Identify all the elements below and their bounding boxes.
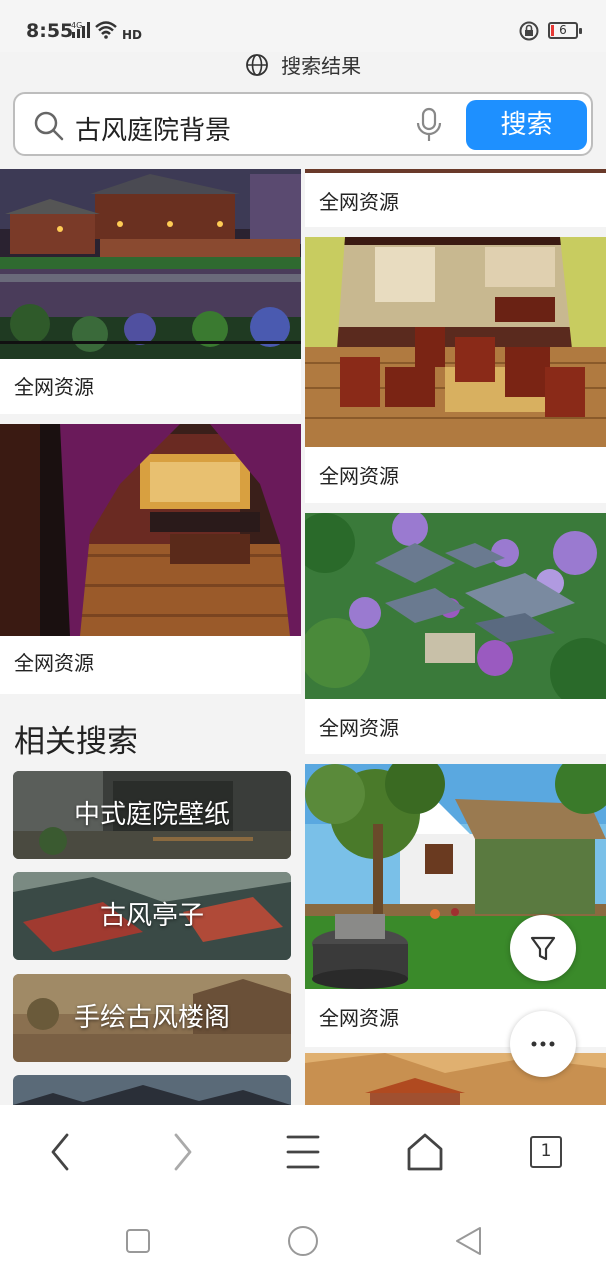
status-bar: 8:55 4G HD 6	[0, 0, 606, 52]
result-image-tea-room[interactable]	[305, 237, 606, 447]
result-image-aerial-garden[interactable]	[305, 513, 606, 699]
result-caption: 全网资源	[319, 716, 399, 740]
search-icon	[34, 111, 64, 141]
tabs-button[interactable]: 1	[530, 1136, 562, 1168]
forward-icon[interactable]	[166, 1129, 198, 1175]
result-card[interactable]: 全网资源	[0, 169, 301, 414]
filter-button[interactable]	[510, 915, 576, 981]
results-feed[interactable]: 全网资源 全网资源 相关搜索 中式庭院壁纸 古风亭子 手绘古风楼阁 全网资源 全…	[0, 169, 606, 1105]
globe-icon	[245, 53, 268, 76]
system-nav-bar	[0, 1200, 606, 1280]
result-card[interactable]: 全网资源	[305, 237, 606, 503]
related-search-item[interactable]: 中式庭院壁纸	[13, 771, 291, 859]
related-search-item[interactable]: 古风亭子	[13, 872, 291, 960]
hd-label: HD	[122, 28, 142, 42]
back-icon[interactable]	[45, 1129, 77, 1175]
page-title-text: 搜索结果	[281, 54, 362, 78]
result-card[interactable]: 全网资源	[305, 764, 606, 1047]
microphone-icon[interactable]	[415, 107, 443, 143]
related-search-title: 相关搜索	[14, 724, 138, 760]
result-card[interactable]: 全网资源	[0, 424, 301, 694]
system-home-icon[interactable]	[286, 1224, 320, 1258]
search-button[interactable]: 搜索	[466, 100, 587, 150]
result-caption: 全网资源	[319, 1006, 399, 1030]
network-label: 4G	[71, 21, 82, 30]
lock-rotation-icon	[519, 21, 539, 41]
page-title: 搜索结果	[0, 50, 606, 80]
related-search-item[interactable]	[13, 1075, 291, 1105]
result-image-partial	[305, 169, 606, 173]
result-image-interior-curtains[interactable]	[0, 424, 301, 636]
battery-indicator: 6	[548, 22, 582, 39]
more-icon	[531, 1041, 555, 1047]
related-search-label: 手绘古风楼阁	[73, 1003, 230, 1033]
result-caption: 全网资源	[319, 464, 399, 488]
battery-level	[551, 25, 554, 36]
search-input[interactable]: 古风庭院背景	[75, 110, 231, 147]
related-search-label: 中式庭院壁纸	[73, 800, 230, 830]
browser-nav-bar: 1	[0, 1105, 606, 1200]
home-icon[interactable]	[405, 1129, 445, 1175]
status-icons: 4G HD	[68, 18, 148, 46]
related-thumbnail	[13, 1075, 291, 1105]
system-back-icon[interactable]	[452, 1224, 486, 1258]
related-search-label: 古风亭子	[99, 901, 204, 931]
status-time: 8:55	[26, 20, 74, 42]
result-image-courtyard-night[interactable]	[0, 169, 301, 359]
result-card[interactable]: 全网资源	[305, 513, 606, 754]
result-card[interactable]: 全网资源	[305, 169, 606, 227]
battery-percent: 6	[559, 23, 567, 37]
more-button[interactable]	[510, 1011, 576, 1077]
related-search-item[interactable]: 手绘古风楼阁	[13, 974, 291, 1062]
result-caption: 全网资源	[319, 190, 399, 214]
search-bar[interactable]: 古风庭院背景 搜索	[13, 92, 593, 156]
result-caption: 全网资源	[14, 651, 94, 675]
result-caption: 全网资源	[14, 375, 94, 399]
recent-apps-icon[interactable]	[124, 1227, 152, 1255]
filter-icon	[530, 936, 556, 961]
menu-icon[interactable]	[285, 1129, 321, 1175]
